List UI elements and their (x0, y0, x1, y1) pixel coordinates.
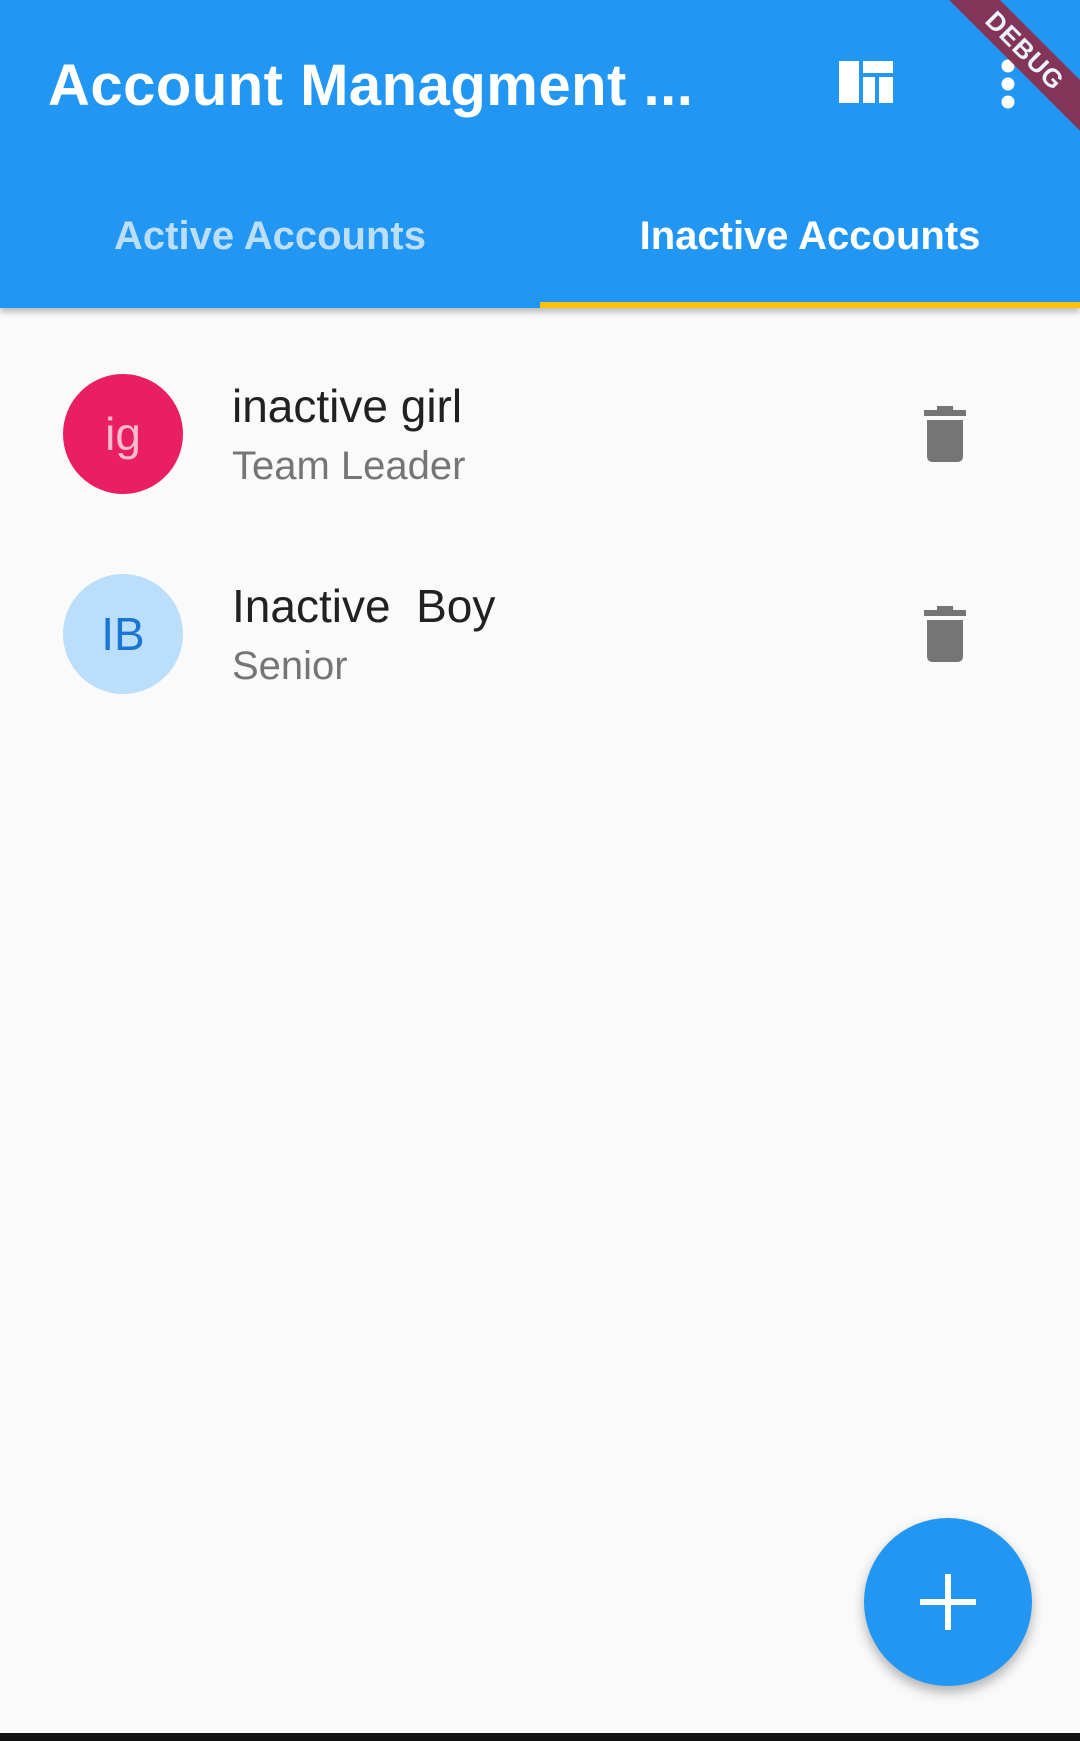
tab-inactive-accounts[interactable]: Inactive Accounts (540, 200, 1080, 272)
dashboard-icon (839, 61, 893, 103)
account-name: Inactive Boy (232, 580, 496, 632)
account-list: ig inactive girl Team Leader IB Inactive… (0, 308, 1080, 740)
add-account-button[interactable] (864, 1518, 1032, 1686)
avatar: IB (63, 574, 183, 694)
system-nav-bar (0, 1733, 1080, 1741)
avatar: ig (63, 374, 183, 494)
delete-icon (924, 406, 966, 462)
delete-icon (924, 606, 966, 662)
list-item[interactable]: IB Inactive Boy Senior (0, 524, 1080, 740)
account-role: Senior (232, 644, 348, 688)
avatar-initials: IB (101, 608, 145, 660)
tab-active-accounts[interactable]: Active Accounts (0, 200, 540, 272)
add-icon (920, 1574, 976, 1630)
delete-button[interactable] (900, 389, 990, 479)
tab-indicator (540, 302, 1080, 308)
more-vert-icon (1001, 59, 1015, 109)
avatar-initials: ig (105, 408, 141, 460)
page-title: Account Managment ... (48, 53, 694, 118)
dashboard-button[interactable] (820, 46, 912, 118)
delete-button[interactable] (900, 589, 990, 679)
list-item[interactable]: ig inactive girl Team Leader (0, 308, 1080, 524)
account-name: inactive girl (232, 380, 463, 432)
app-bar: Account Managment ... Active Accounts In… (0, 0, 1080, 308)
account-role: Team Leader (232, 444, 466, 488)
